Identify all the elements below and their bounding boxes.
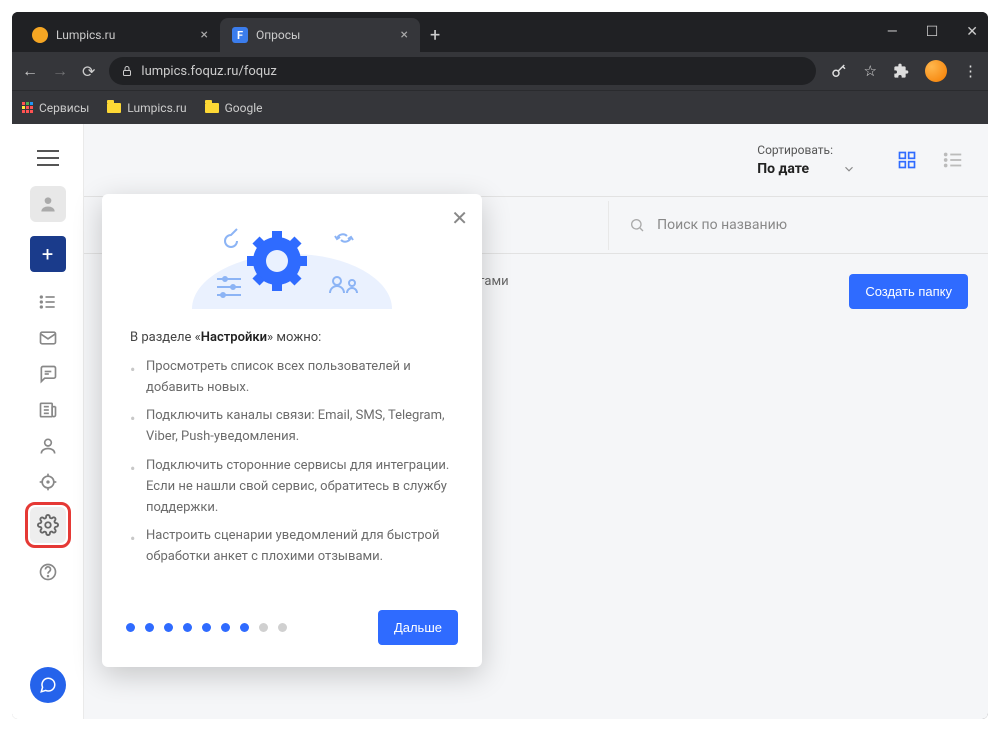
browser-toolbar: ← → ⟳ lumpics.foquz.ru/foquz ☆ ⋮: [12, 52, 988, 90]
modal-body: В разделе «Настройки» можно: Просмотреть…: [102, 314, 482, 598]
profile-avatar[interactable]: [925, 60, 947, 82]
create-folder-button[interactable]: Создать папку: [849, 274, 968, 309]
new-tab-button[interactable]: +: [420, 25, 450, 46]
progress-dots: [126, 623, 287, 632]
modal-list-item: Подключить сторонние сервисы для интегра…: [130, 456, 454, 518]
apps-shortcut[interactable]: Сервисы: [22, 101, 89, 115]
menu-button[interactable]: ⋮: [963, 62, 978, 80]
support-chat-button[interactable]: [30, 667, 66, 703]
list-view-button[interactable]: [938, 145, 968, 175]
extensions-icon[interactable]: [893, 63, 909, 79]
modal-close-button[interactable]: ✕: [451, 206, 468, 230]
tab-strip: Lumpics.ru × F Опросы × + — ☐ ✕: [12, 12, 988, 52]
tab-lumpics[interactable]: Lumpics.ru ×: [20, 18, 220, 52]
sort-value: По дате: [757, 161, 809, 177]
bookmark-star-icon[interactable]: ☆: [864, 62, 877, 80]
window-controls: — ☐ ✕: [887, 12, 978, 52]
sort-label: Сортировать:: [757, 141, 856, 159]
tab-title: Опросы: [256, 28, 300, 42]
back-button[interactable]: ←: [22, 61, 38, 81]
grid-view-button[interactable]: [892, 145, 922, 175]
sidebar-item-chat[interactable]: [30, 358, 66, 390]
url-text: lumpics.foquz.ru/foquz: [141, 64, 276, 79]
onboarding-modal: ✕ В раз: [102, 194, 482, 667]
search-placeholder: Поиск по названию: [657, 217, 787, 233]
page-content: + Сортировать: По дате: [12, 124, 988, 719]
add-button[interactable]: +: [30, 236, 66, 272]
address-bar[interactable]: lumpics.foquz.ru/foquz: [109, 57, 815, 85]
top-bar: Сортировать: По дате: [84, 124, 988, 196]
chevron-down-icon: [842, 162, 856, 176]
search-icon: [629, 217, 645, 233]
close-icon[interactable]: ×: [401, 27, 408, 43]
close-icon[interactable]: ×: [201, 27, 208, 43]
password-key-icon[interactable]: [830, 62, 848, 80]
modal-illustration: [102, 194, 482, 314]
sidebar-item-list[interactable]: [30, 286, 66, 318]
lock-icon: [121, 65, 133, 77]
sort-control[interactable]: Сортировать: По дате: [757, 141, 856, 180]
forward-button[interactable]: →: [52, 61, 68, 81]
favicon-lumpics: [32, 27, 48, 43]
browser-window: Lumpics.ru × F Опросы × + — ☐ ✕ ← → ⟳ lu…: [12, 12, 988, 719]
sidebar-item-mail[interactable]: [30, 322, 66, 354]
modal-list-item: Подключить каналы связи: Email, SMS, Tel…: [130, 406, 454, 448]
reload-button[interactable]: ⟳: [82, 62, 95, 81]
tab-title: Lumpics.ru: [56, 28, 115, 42]
maximize-button[interactable]: ☐: [926, 24, 939, 40]
next-button[interactable]: Дальше: [378, 610, 458, 645]
bookmarks-bar: Сервисы Lumpics.ru Google: [12, 90, 988, 124]
search-box[interactable]: Поиск по названию: [609, 217, 988, 233]
sidebar: +: [12, 124, 84, 719]
bookmark-folder[interactable]: Lumpics.ru: [107, 101, 186, 115]
bookmark-folder[interactable]: Google: [205, 101, 263, 115]
modal-intro: В разделе «Настройки» можно:: [130, 328, 454, 349]
menu-toggle[interactable]: [30, 140, 66, 176]
sidebar-item-help[interactable]: [30, 556, 66, 588]
close-button[interactable]: ✕: [966, 24, 978, 40]
gear-icon: [37, 514, 59, 536]
sidebar-item-users[interactable]: [30, 430, 66, 462]
modal-footer: Дальше: [102, 598, 482, 667]
minimize-button[interactable]: —: [887, 24, 898, 40]
sidebar-item-settings-highlighted[interactable]: [25, 502, 71, 548]
modal-list-item: Настроить сценарии уведомлений для быстр…: [130, 526, 454, 568]
sidebar-profile[interactable]: [30, 186, 66, 222]
sidebar-item-target[interactable]: [30, 466, 66, 498]
favicon-foquz: F: [232, 27, 248, 43]
sidebar-item-news[interactable]: [30, 394, 66, 426]
modal-list-item: Просмотреть список всех пользователей и …: [130, 357, 454, 399]
tab-oprosy[interactable]: F Опросы ×: [220, 18, 420, 52]
